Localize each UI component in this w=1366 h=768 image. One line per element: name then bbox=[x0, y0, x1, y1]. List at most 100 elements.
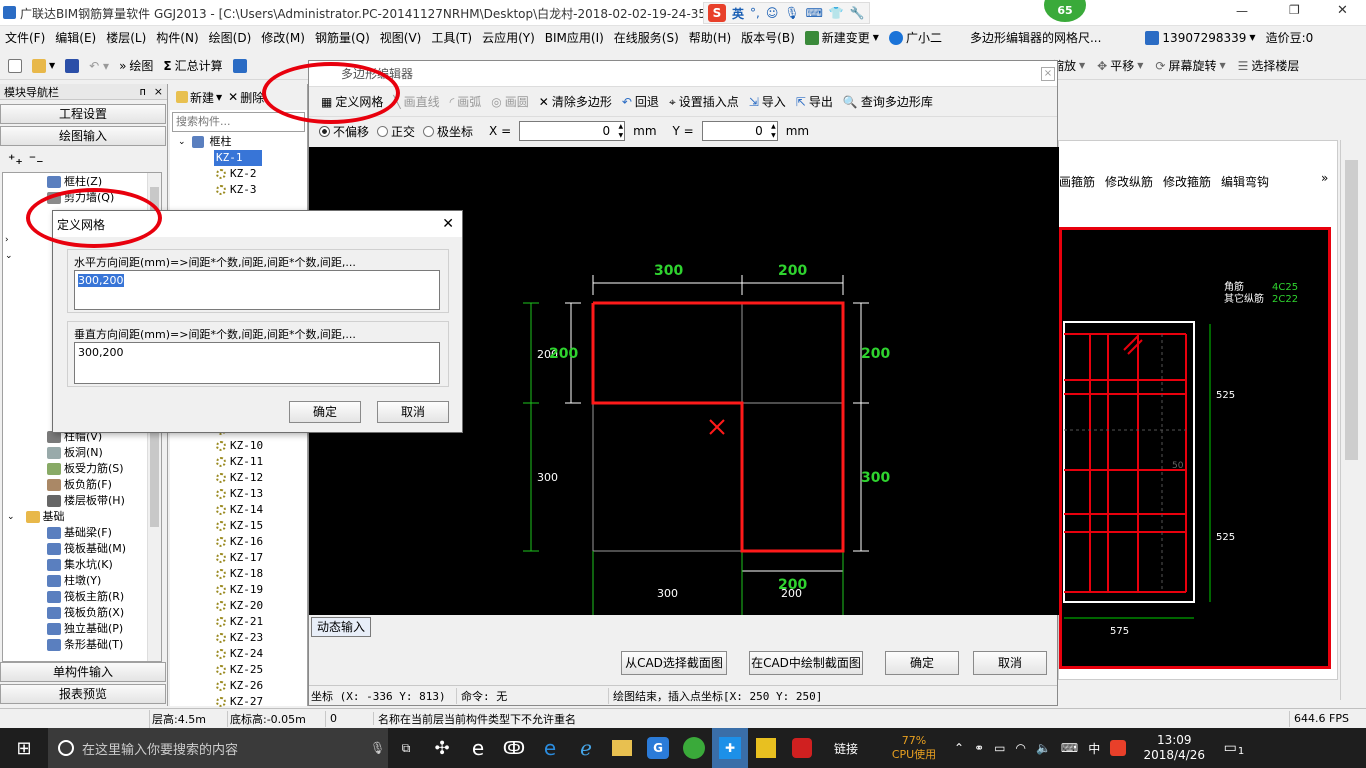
select-floor-button[interactable]: ☰ 选择楼层 bbox=[1234, 54, 1304, 78]
clear-polygon-button[interactable]: ✕ 清除多边形 bbox=[535, 90, 616, 114]
single-component-input-button[interactable]: 单构件输入 bbox=[0, 662, 166, 682]
battery-icon[interactable]: ▭ bbox=[994, 741, 1005, 755]
draw-button[interactable]: » 绘图 bbox=[115, 54, 157, 78]
menu-new-change[interactable]: 新建变更 ▼ bbox=[800, 26, 884, 50]
hint-link[interactable]: 多边形编辑器的网格尺... bbox=[965, 26, 1106, 50]
x-offset-input[interactable]: 0 ▲ ▼ bbox=[519, 121, 626, 141]
collapse-all-icon[interactable]: ⁻₋ bbox=[29, 152, 44, 168]
expand-all-icon[interactable]: ⁺₊ bbox=[8, 152, 23, 168]
component-item[interactable]: KZ-13 bbox=[170, 486, 307, 502]
horizontal-spacing-input[interactable]: 300,200 bbox=[74, 270, 440, 310]
component-item[interactable]: KZ-1 bbox=[214, 150, 262, 166]
pan-button[interactable]: ✥ 平移 ▼ bbox=[1093, 54, 1147, 78]
component-item[interactable]: KZ-15 bbox=[170, 518, 307, 534]
chrome-like-button[interactable]: ↂ bbox=[496, 728, 532, 768]
action-center-button[interactable]: ▭ 1 bbox=[1210, 740, 1250, 757]
user-account[interactable]: 13907298339 ▼ bbox=[1140, 26, 1260, 50]
menu-view[interactable]: 视图(V) bbox=[375, 26, 427, 50]
price-beans[interactable]: 造价豆:0 bbox=[1261, 26, 1319, 50]
file-explorer-button[interactable] bbox=[604, 728, 640, 768]
tree-item[interactable]: 基础梁(F) bbox=[3, 525, 161, 541]
fan-app-button[interactable]: ✣ bbox=[424, 728, 460, 768]
query-polygon-lib-button[interactable]: 🔍 查询多边形库 bbox=[839, 90, 937, 114]
volume-icon[interactable]: 🔈 bbox=[1036, 741, 1051, 755]
component-item[interactable]: KZ-12 bbox=[170, 470, 307, 486]
main-scrollbar[interactable] bbox=[1340, 140, 1362, 700]
keyboard-icon[interactable]: ⌨ bbox=[806, 6, 823, 20]
menu-rebar-qty[interactable]: 钢筋量(Q) bbox=[310, 26, 375, 50]
ie-button[interactable]: e bbox=[460, 728, 496, 768]
ortho-radio[interactable]: 正交 bbox=[377, 123, 415, 140]
menu-version[interactable]: 版本号(B) bbox=[736, 26, 800, 50]
modify-stirrup-button[interactable]: 修改箍筋 bbox=[1163, 173, 1211, 190]
component-item[interactable]: KZ-25 bbox=[170, 662, 307, 678]
menu-file[interactable]: 文件(F) bbox=[0, 26, 50, 50]
ime-mode-label[interactable]: 英 bbox=[732, 5, 744, 22]
start-button[interactable]: ⊞ bbox=[0, 728, 48, 768]
links-toolbar[interactable]: 链接 bbox=[834, 740, 882, 757]
draw-arc-button[interactable]: ◜ 画弧 bbox=[446, 90, 486, 114]
vertical-spacing-input[interactable]: 300,200 bbox=[74, 342, 440, 384]
close-button[interactable]: ✕ bbox=[1337, 3, 1348, 18]
component-item[interactable]: KZ-3 bbox=[170, 182, 307, 198]
sogou-tray-icon[interactable] bbox=[1110, 740, 1127, 756]
tree-item[interactable]: 筏板主筋(R) bbox=[3, 589, 161, 605]
maximize-button[interactable]: ❐ bbox=[1289, 3, 1300, 17]
component-group[interactable]: ⌄ 框柱 bbox=[170, 134, 307, 150]
modify-long-rebar-button[interactable]: 修改纵筋 bbox=[1105, 173, 1153, 190]
export-button[interactable]: ⇱ 导出 bbox=[792, 90, 837, 114]
menu-draw[interactable]: 绘图(D) bbox=[204, 26, 257, 50]
component-item[interactable]: KZ-10 bbox=[170, 438, 307, 454]
keyboard-icon[interactable]: ⌨ bbox=[1061, 741, 1078, 755]
cloud-check-button[interactable] bbox=[229, 54, 251, 78]
draw-circle-button[interactable]: ◎ 画圆 bbox=[487, 90, 533, 114]
component-item[interactable]: KZ-16 bbox=[170, 534, 307, 550]
notification-badge[interactable]: 65 bbox=[1042, 0, 1088, 24]
tree-item[interactable]: 条形基础(T) bbox=[3, 637, 161, 653]
menu-help[interactable]: 帮助(H) bbox=[684, 26, 736, 50]
new-component-button[interactable]: 新建 ▼ bbox=[176, 89, 222, 106]
save-button[interactable] bbox=[61, 54, 83, 78]
undo-step-button[interactable]: ↶ 回退 bbox=[618, 90, 663, 114]
open-file-button[interactable]: ▼ bbox=[28, 54, 59, 78]
menu-online[interactable]: 在线服务(S) bbox=[609, 26, 684, 50]
draw-stirrup-button[interactable]: 画箍筋 bbox=[1059, 173, 1095, 190]
emoji-icon[interactable]: ☺ bbox=[766, 6, 779, 20]
dialog-cancel-button[interactable]: 取消 bbox=[377, 401, 449, 423]
component-item[interactable]: KZ-20 bbox=[170, 598, 307, 614]
ie-blue-button[interactable]: ℯ bbox=[568, 728, 604, 768]
report-preview-button[interactable]: 报表预览 bbox=[0, 684, 166, 704]
spinner-icon[interactable]: ▲ ▼ bbox=[619, 122, 624, 140]
active-app-button[interactable]: ✚ bbox=[712, 728, 748, 768]
green-app-button[interactable] bbox=[676, 728, 712, 768]
more-icon[interactable]: » bbox=[1321, 171, 1328, 185]
set-insert-point-button[interactable]: ⌖ 设置插入点 bbox=[665, 90, 743, 114]
tree-item[interactable]: 楼层板带(H) bbox=[3, 493, 161, 509]
editor-close-button[interactable]: × bbox=[1041, 67, 1055, 81]
dialog-ok-button[interactable]: 确定 bbox=[289, 401, 361, 423]
menu-tools[interactable]: 工具(T) bbox=[426, 26, 477, 50]
component-item[interactable]: KZ-21 bbox=[170, 614, 307, 630]
select-from-cad-button[interactable]: 从CAD选择截面图 bbox=[621, 651, 727, 675]
project-settings-button[interactable]: 工程设置 bbox=[0, 104, 166, 124]
component-item[interactable]: KZ-14 bbox=[170, 502, 307, 518]
chevron-up-icon[interactable]: ⌃ bbox=[954, 741, 964, 755]
menu-component[interactable]: 构件(N) bbox=[151, 26, 203, 50]
tree-item[interactable]: 筏板负筋(X) bbox=[3, 605, 161, 621]
dialog-close-icon[interactable]: ✕ bbox=[442, 216, 454, 232]
sum-button[interactable]: Σ 汇总计算 bbox=[159, 54, 226, 78]
section-canvas[interactable]: 525 525 575 50 角筋 4C25 其它纵筋 2C22 bbox=[1059, 227, 1331, 669]
no-offset-radio[interactable]: 不偏移 bbox=[319, 123, 369, 140]
tree-item[interactable]: 板洞(N) bbox=[3, 445, 161, 461]
tree-item[interactable]: 柱墩(Y) bbox=[3, 573, 161, 589]
component-item[interactable]: KZ-2 bbox=[170, 166, 307, 182]
skin-icon[interactable]: 👕 bbox=[829, 6, 844, 20]
component-item[interactable]: KZ-23 bbox=[170, 630, 307, 646]
tree-item[interactable]: 板负筋(F) bbox=[3, 477, 161, 493]
delete-component-button[interactable]: ✕ 删除 bbox=[228, 89, 264, 106]
edge-button[interactable]: e bbox=[532, 728, 568, 768]
tree-item[interactable]: 板受力筋(S) bbox=[3, 461, 161, 477]
notes-app-button[interactable] bbox=[748, 728, 784, 768]
taskbar-search-box[interactable]: 在这里输入你要搜索的内容 🎙 bbox=[48, 728, 388, 768]
component-item[interactable]: KZ-26 bbox=[170, 678, 307, 694]
